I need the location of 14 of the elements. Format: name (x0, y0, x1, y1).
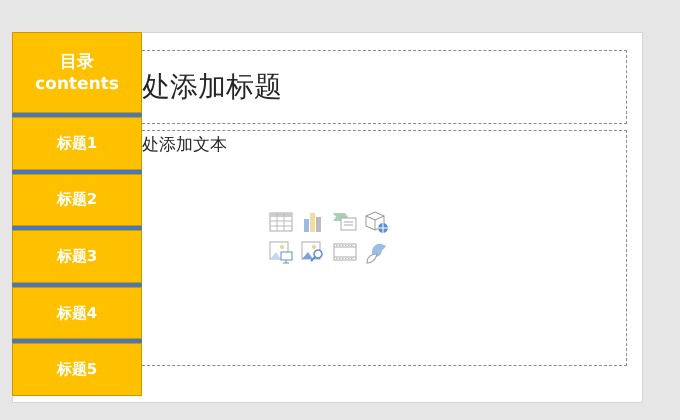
picture-icon[interactable] (268, 240, 294, 264)
section-link[interactable]: 标题2 (12, 174, 142, 226)
contents-title: 目录 (60, 50, 94, 72)
cube-globe-icon[interactable] (364, 210, 390, 234)
section-link[interactable]: 标题3 (12, 230, 142, 283)
content-placeholder-text: 处添加文本 (142, 134, 227, 156)
section-link[interactable]: 标题5 (12, 343, 142, 396)
contents-header[interactable]: 目录 contents (12, 32, 142, 113)
table-icon[interactable] (268, 210, 294, 234)
section-link[interactable]: 标题1 (12, 117, 142, 170)
content-placeholder[interactable]: 处添加文本 (142, 130, 627, 366)
contents-subtitle: contents (35, 72, 119, 94)
title-placeholder-text: 处添加标题 (142, 69, 282, 105)
section-link[interactable]: 标题4 (12, 286, 142, 340)
